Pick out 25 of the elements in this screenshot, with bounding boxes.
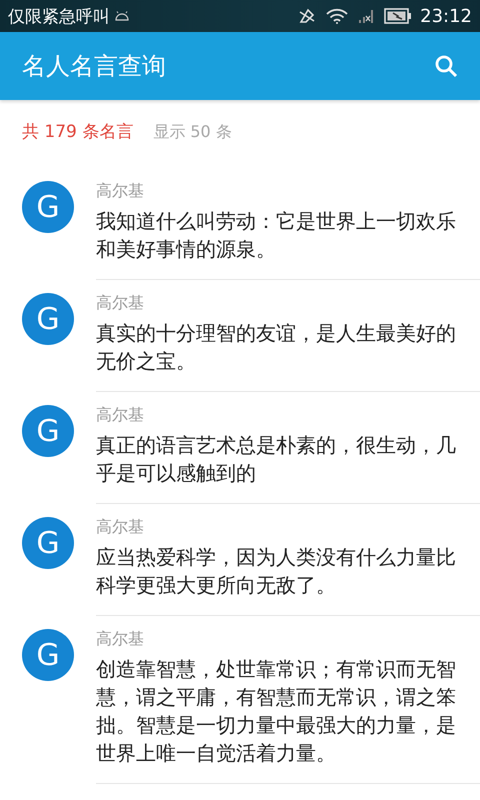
signal-icon (358, 8, 374, 24)
author-name: 高尔基 (96, 292, 145, 314)
author-name: 高尔基 (96, 180, 145, 202)
author-name: 高尔基 (96, 628, 145, 650)
carrier-text: 仅限紧急呼叫 (8, 6, 110, 28)
quote-text[interactable]: 真实的十分理智的友谊，是人生最美好的无价之宝。 (96, 319, 460, 375)
android-icon (114, 11, 130, 21)
quote-text[interactable]: 真正的语言艺术总是朴素的，很生动，几乎是可以感触到的 (96, 431, 460, 487)
battery-icon (384, 8, 412, 24)
clock-time: 23:12 (420, 6, 472, 26)
app-title: 名人名言查询 (22, 51, 167, 82)
author-name: 高尔基 (96, 404, 145, 426)
shown-count: 显示 50 条 (153, 122, 232, 143)
search-icon (434, 54, 458, 78)
author-name: 高尔基 (96, 516, 145, 538)
quote-text[interactable]: 我知道什么叫劳动：它是世界上一切欢乐和美好事情的源泉。 (96, 207, 460, 263)
quote-text[interactable]: 应当热爱科学，因为人类没有什么力量比科学更强大更所向无敌了。 (96, 543, 460, 599)
author-avatar[interactable]: G (22, 517, 74, 569)
author-avatar[interactable]: G (22, 181, 74, 233)
quote-text[interactable]: 创造靠智慧，处世靠常识；有常识而无智慧，谓之平庸，有智慧而无常识，谓之笨拙。智慧是一切力量中最强大的力量，是世界上唯一自觉活着力量。 (96, 655, 460, 767)
wifi-icon (326, 8, 348, 24)
author-avatar[interactable]: G (22, 405, 74, 457)
author-avatar[interactable]: G (22, 629, 74, 681)
author-avatar[interactable]: G (22, 293, 74, 345)
total-count: 共 179 条名言 (22, 121, 134, 143)
